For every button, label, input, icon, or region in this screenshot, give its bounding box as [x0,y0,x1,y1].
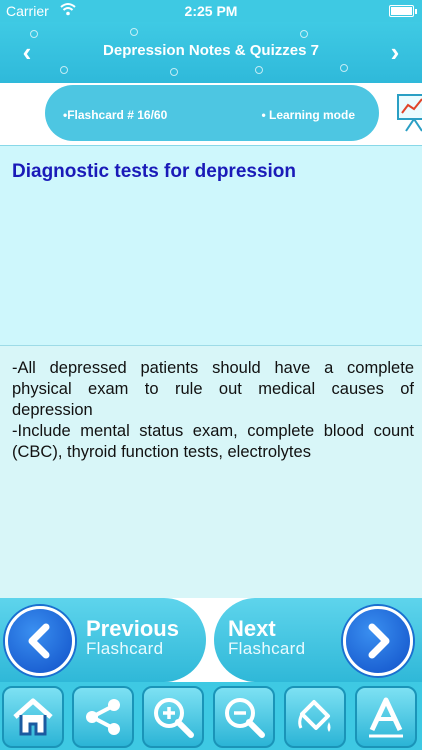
zoom-out-icon [225,698,265,738]
font-icon [369,697,403,738]
status-bar: Carrier 2:25 PM [0,0,422,22]
previous-flashcard-label: Previous Flashcard [86,616,179,658]
share-button[interactable] [72,686,134,748]
home-icon [13,698,53,736]
info-strip: •Flashcard # 16/60 • Learning mode [0,83,422,145]
next-label-sub: Flashcard [228,639,306,658]
answer-panel: -All depressed patients should have a co… [0,346,422,598]
zoom-in-icon [154,698,194,738]
decor-bubble [300,30,308,38]
previous-label-main: Previous [86,616,179,641]
previous-label-sub: Flashcard [86,639,164,658]
bottom-toolbar [0,682,422,750]
flashcard-answer: -All depressed patients should have a co… [12,358,414,463]
zoom-in-button[interactable] [142,686,204,748]
decor-bubble [130,28,138,36]
chevron-right-icon: › [390,37,400,67]
next-label-main: Next [228,616,276,641]
forward-button[interactable]: › [380,36,410,68]
flashcard-info-pill: •Flashcard # 16/60 • Learning mode [45,85,379,141]
next-arrow-button[interactable] [343,606,413,676]
page-title: Depression Notes & Quizzes 7 [103,42,319,59]
whiteboard-icon [396,89,422,133]
answer-line: -All depressed patients should have a co… [12,359,414,419]
share-icon [86,699,120,735]
decor-bubble [255,66,263,74]
zoom-out-button[interactable] [213,686,275,748]
font-size-button[interactable] [355,686,417,748]
question-panel: Diagnostic tests for depression [0,145,422,346]
decor-bubble [60,66,68,74]
next-flashcard-label: Next Flashcard [228,616,306,658]
home-button[interactable] [2,686,64,748]
answer-line: -Include mental status exam, complete bl… [12,422,414,461]
previous-arrow-button[interactable] [5,606,75,676]
decor-bubble [340,64,348,72]
flashcard-counter: •Flashcard # 16/60 [63,108,168,122]
chevron-left-icon: ‹ [22,37,32,67]
paint-bucket-icon [298,700,331,732]
nav-bar: ‹ Depression Notes & Quizzes 7 › [0,22,422,83]
decor-bubble [170,68,178,76]
theme-color-button[interactable] [284,686,346,748]
arrow-right-icon [368,623,390,659]
back-button[interactable]: ‹ [12,36,42,68]
mode-label: • Learning mode [261,108,355,122]
flashcard-question: Diagnostic tests for depression [12,161,297,182]
status-time: 2:25 PM [184,3,238,19]
flashcard-navigation: Previous Flashcard Next Flashcard [0,598,422,682]
battery-icon [389,5,417,17]
arrow-left-icon [28,623,50,659]
